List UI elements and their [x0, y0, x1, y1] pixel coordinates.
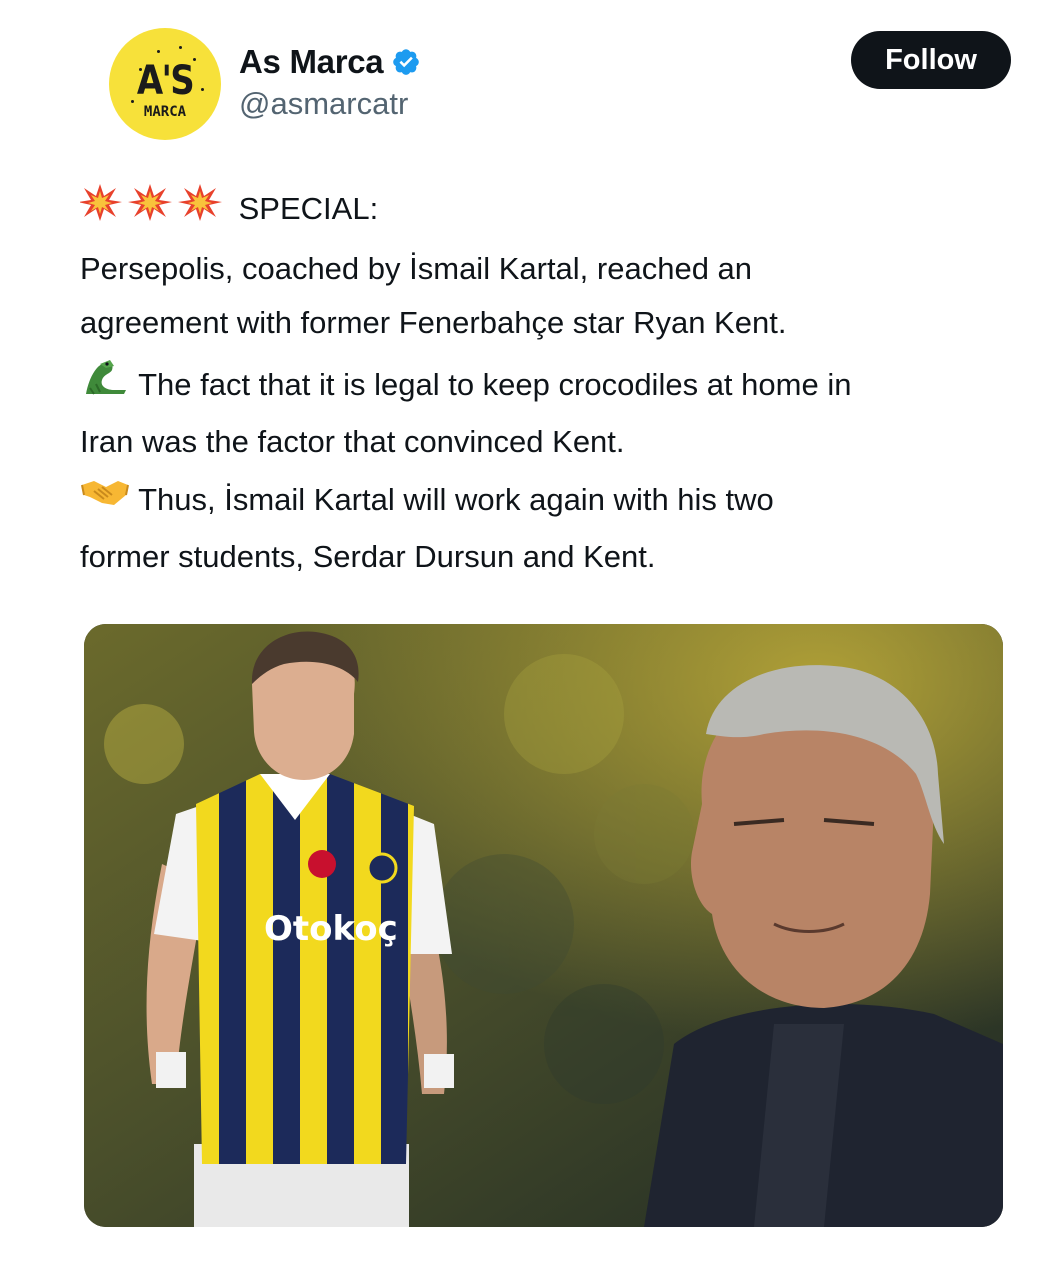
tweet-line: Iran was the factor that convinced Kent.: [80, 424, 625, 460]
tweet-card: A'S MARCA As Marca @asmarcatr Follow SPE…: [0, 0, 1061, 1263]
tweet-header-line: SPECIAL:: [78, 182, 1020, 239]
avatar-logo-text: A'S: [136, 58, 195, 104]
handshake-emoji-icon: [80, 473, 130, 530]
author-display-name[interactable]: As Marca: [239, 43, 384, 81]
avatar-logo-subtext: MARCA: [143, 104, 187, 120]
crocodile-emoji-icon: [80, 358, 130, 415]
verified-badge-icon: [391, 47, 421, 77]
collision-emoji-icon: [78, 182, 230, 239]
tweet-line: Thus, İsmail Kartal will work again with…: [138, 482, 774, 517]
tweet-line: former students, Serdar Dursun and Kent.: [80, 539, 656, 575]
tweet-line: The fact that it is legal to keep crocod…: [138, 367, 852, 402]
author-name-row[interactable]: As Marca: [239, 42, 421, 82]
tweet-line: Persepolis, coached by İsmail Kartal, re…: [80, 251, 753, 286]
tweet-line: agreement with former Fenerbahçe star Ry…: [80, 305, 787, 340]
tweet-paragraph-2: The fact that it is legal to keep crocod…: [80, 358, 1020, 469]
tweet-paragraph-3: Thus, İsmail Kartal will work again with…: [80, 473, 1020, 584]
author-handle[interactable]: @asmarcatr: [239, 86, 408, 122]
tweet-header-text: SPECIAL:: [238, 191, 379, 226]
follow-button[interactable]: Follow: [851, 31, 1011, 89]
shirt-sponsor-text: Otokoç: [264, 909, 398, 949]
avatar[interactable]: A'S MARCA: [109, 28, 221, 140]
tweet-paragraph-1: Persepolis, coached by İsmail Kartal, re…: [80, 242, 1020, 350]
tweet-media-image[interactable]: Otokoç: [84, 624, 1003, 1227]
